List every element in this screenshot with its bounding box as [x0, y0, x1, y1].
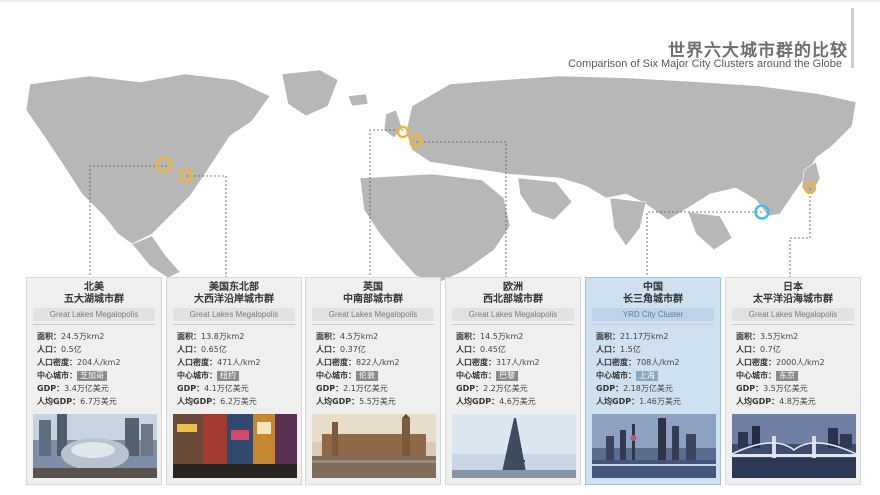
city-cluster-card: 美国东北部 大西洋沿岸城市群 Great Lakes Megalopolis 面… — [166, 277, 302, 485]
stat-gdp: GDP：2.18万亿美元 — [596, 384, 673, 393]
stat-population: 人口：0.65亿 — [177, 345, 227, 354]
greenland-landmass — [281, 69, 339, 117]
stat-gdp: GDP：2.1万亿美元 — [316, 384, 388, 393]
stat-center-city: 中心城市： 芝加哥 — [37, 369, 159, 382]
card-cluster-name: 中南部城市群 — [343, 294, 403, 305]
card-cluster-name: 大西洋沿岸城市群 — [194, 294, 274, 305]
central-america-landmass — [131, 235, 181, 279]
card-region: 日本 — [783, 282, 803, 293]
stat-population: 人口：0.45亿 — [456, 345, 506, 354]
stat-center-city: 中心城市： 上海 — [596, 369, 718, 382]
card-english-name: Great Lakes Megalopolis — [732, 308, 854, 321]
stat-center-city: 中心城市： 巴黎 — [456, 369, 578, 382]
stat-gdp: GDP：3.4万亿美元 — [37, 384, 109, 393]
shanghai-skyline-photo — [592, 414, 716, 478]
stat-per-capita-gdp: 人均GDP：1.46万美元 — [596, 397, 681, 406]
card-divider — [452, 324, 574, 325]
city-cluster-card: 北美 五大湖城市群 Great Lakes Megalopolis 面积：24.… — [26, 277, 162, 485]
top-rule — [0, 0, 880, 2]
arabia-landmass — [517, 177, 573, 221]
card-region: 英国 — [363, 282, 383, 293]
card-divider — [33, 324, 155, 325]
stat-area: 面积：13.8万km2 — [177, 332, 245, 341]
city-cluster-card: 日本 太平洋沿海城市群 Great Lakes Megalopolis 面积：3… — [725, 277, 861, 485]
card-stats: 面积：13.8万km2 人口：0.65亿 人口密度：471人/km2 中心城市：… — [177, 330, 299, 408]
stat-area: 面积：4.5万km2 — [316, 332, 379, 341]
card-cluster-name: 五大湖城市群 — [64, 294, 124, 305]
card-stats: 面积：21.17万km2 人口：1.5亿 人口密度：708人/km2 中心城市：… — [596, 330, 718, 408]
stat-area: 面积：14.5万km2 — [456, 332, 524, 341]
stat-per-capita-gdp: 人均GDP：4.8万美元 — [736, 397, 816, 406]
city-cluster-card-highlighted: 中国 长三角城市群 YRD City Cluster 面积：21.17万km2 … — [585, 277, 721, 485]
stat-density: 人口密度：822人/km2 — [316, 358, 400, 367]
times-square-photo — [173, 414, 297, 478]
card-stats: 面积：3.5万km2 人口：0.7亿 人口密度：2000人/km2 中心城市：东… — [736, 330, 858, 408]
card-region: 中国 — [643, 282, 663, 293]
india-landmass — [609, 197, 647, 247]
side-accent-bar — [851, 8, 854, 68]
stat-per-capita-gdp: 人均GDP：4.6万美元 — [456, 397, 536, 406]
stat-population: 人口：1.5亿 — [596, 345, 641, 354]
stat-gdp: GDP：2.2万亿美元 — [456, 384, 528, 393]
card-english-name: Great Lakes Megalopolis — [452, 308, 574, 321]
stat-population: 人口：0.7亿 — [736, 345, 781, 354]
card-cluster-name: 长三角城市群 — [623, 294, 683, 305]
stat-population: 人口：0.37亿 — [316, 345, 366, 354]
card-divider — [592, 324, 714, 325]
card-english-name: Great Lakes Megalopolis — [312, 308, 434, 321]
world-map — [25, 69, 857, 283]
card-region: 欧洲 — [503, 282, 523, 293]
stat-density: 人口密度：708人/km2 — [596, 358, 680, 367]
card-divider — [173, 324, 295, 325]
stat-per-capita-gdp: 人均GDP：5.5万美元 — [316, 397, 396, 406]
stat-center-city: 中心城市： 东京 — [736, 369, 858, 382]
southeast-asia-landmass — [687, 211, 733, 251]
card-stats: 面积：4.5万km2 人口：0.37亿 人口密度：822人/km2 中心城市：伦… — [316, 330, 438, 408]
card-cluster-name: 太平洋沿海城市群 — [753, 294, 833, 305]
card-region: 美国东北部 — [209, 282, 259, 293]
london-parliament-photo — [312, 414, 436, 478]
stat-density: 人口密度：204人/km2 — [37, 358, 121, 367]
card-stats: 面积：24.5万km2 人口：0.5亿 人口密度：204人/km2 中心城市：芝… — [37, 330, 159, 408]
stat-population: 人口：0.5亿 — [37, 345, 82, 354]
card-region: 北美 — [84, 282, 104, 293]
city-cluster-card: 欧洲 西北部城市群 Great Lakes Megalopolis 面积：14.… — [445, 277, 581, 485]
card-stats: 面积：14.5万km2 人口：0.45亿 人口密度：317人/km2 中心城市：… — [456, 330, 578, 408]
leader-line-japan — [789, 188, 811, 281]
tokyo-rainbow-bridge-photo — [732, 414, 856, 478]
stat-center-city: 中心城市： 伦敦 — [316, 369, 438, 382]
stat-area: 面积：24.5万km2 — [37, 332, 105, 341]
africa-landmass — [359, 173, 511, 283]
stat-density: 人口密度：317人/km2 — [456, 358, 540, 367]
card-english-name: Great Lakes Megalopolis — [33, 308, 155, 321]
iceland-landmass — [347, 93, 369, 107]
card-divider — [732, 324, 854, 325]
eiffel-tower-photo — [452, 414, 576, 478]
stat-gdp: GDP：4.1万亿美元 — [177, 384, 249, 393]
stat-per-capita-gdp: 人均GDP：6.7万美元 — [37, 397, 117, 406]
card-english-name: YRD City Cluster — [592, 308, 714, 321]
stat-area: 面积：3.5万km2 — [736, 332, 799, 341]
card-english-name: Great Lakes Megalopolis — [173, 308, 295, 321]
chicago-bean-photo — [33, 414, 157, 478]
city-cluster-card: 英国 中南部城市群 Great Lakes Megalopolis 面积：4.5… — [305, 277, 441, 485]
stat-gdp: GDP：3.5万亿美元 — [736, 384, 808, 393]
card-divider — [312, 324, 434, 325]
stat-per-capita-gdp: 人均GDP：6.2万美元 — [177, 397, 257, 406]
stat-density: 人口密度：2000人/km2 — [736, 358, 825, 367]
stat-area: 面积：21.17万km2 — [596, 332, 669, 341]
stat-density: 人口密度：471人/km2 — [177, 358, 261, 367]
card-cluster-name: 西北部城市群 — [483, 294, 543, 305]
stat-center-city: 中心城市： 纽约 — [177, 369, 299, 382]
north-america-landmass — [25, 73, 271, 245]
